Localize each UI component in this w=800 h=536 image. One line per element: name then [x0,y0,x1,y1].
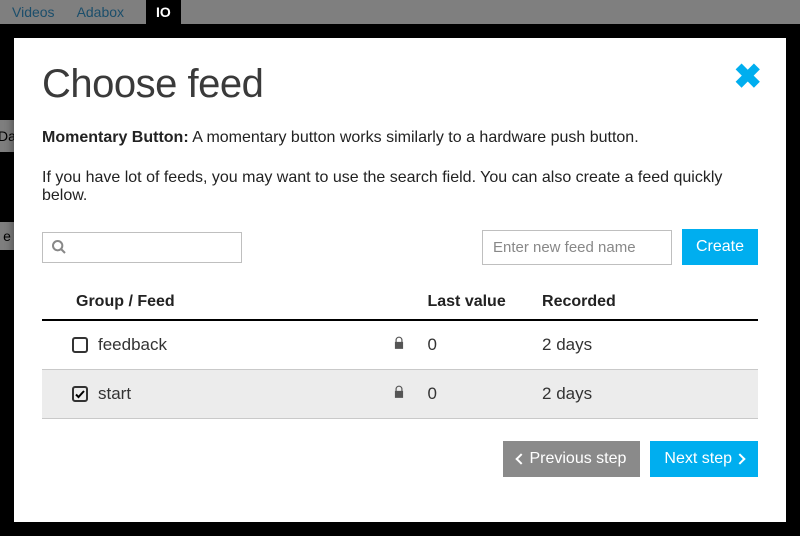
nav-io-active[interactable]: IO [146,0,181,24]
col-header-group: Group / Feed [42,289,386,320]
feed-name: start [98,384,131,404]
top-navbar: Videos Adabox IO [0,0,800,24]
block-desc-text: A momentary button works similarly to a … [189,129,639,146]
block-name: Momentary Button: [42,129,189,146]
search-hint: If you have lot of feeds, you may want t… [42,169,758,205]
nav-adabox[interactable]: Adabox [77,4,124,20]
feeds-table: Group / Feed Last value Recorded feedbac… [42,289,758,419]
choose-feed-modal: ✖ Choose feed Momentary Button: A moment… [14,38,786,522]
previous-step-label: Previous step [529,450,626,468]
search-input[interactable] [73,239,233,256]
modal-title: Choose feed [42,62,758,107]
obscured-bg-text-2: e [0,222,14,250]
next-step-label: Next step [664,450,732,468]
create-feed-group: Create [482,229,758,265]
search-box[interactable] [42,232,242,263]
close-icon[interactable]: ✖ [734,60,763,94]
recorded-value: 2 days [536,320,758,370]
last-value: 0 [421,320,536,370]
col-header-last: Last value [421,289,536,320]
search-icon [51,239,67,255]
lock-icon [392,385,406,399]
table-row[interactable]: start 02 days [42,370,758,419]
chevron-left-icon [516,453,527,464]
recorded-value: 2 days [536,370,758,419]
col-header-lock [386,289,422,320]
new-feed-input[interactable] [482,230,672,265]
last-value: 0 [421,370,536,419]
previous-step-button[interactable]: Previous step [503,441,640,477]
obscured-bg-text-1: Da [0,120,14,152]
feed-checkbox[interactable] [72,386,88,402]
nav-videos[interactable]: Videos [12,4,55,20]
create-button[interactable]: Create [682,229,758,265]
col-header-recorded: Recorded [536,289,758,320]
footer-buttons: Previous step Next step [42,441,758,477]
block-description: Momentary Button: A momentary button wor… [42,129,758,147]
feed-name: feedback [98,335,167,355]
chevron-right-icon [734,453,745,464]
next-step-button[interactable]: Next step [650,441,758,477]
feed-checkbox[interactable] [72,337,88,353]
controls-row: Create [42,229,758,265]
table-row[interactable]: feedback 02 days [42,320,758,370]
lock-icon [392,336,406,350]
